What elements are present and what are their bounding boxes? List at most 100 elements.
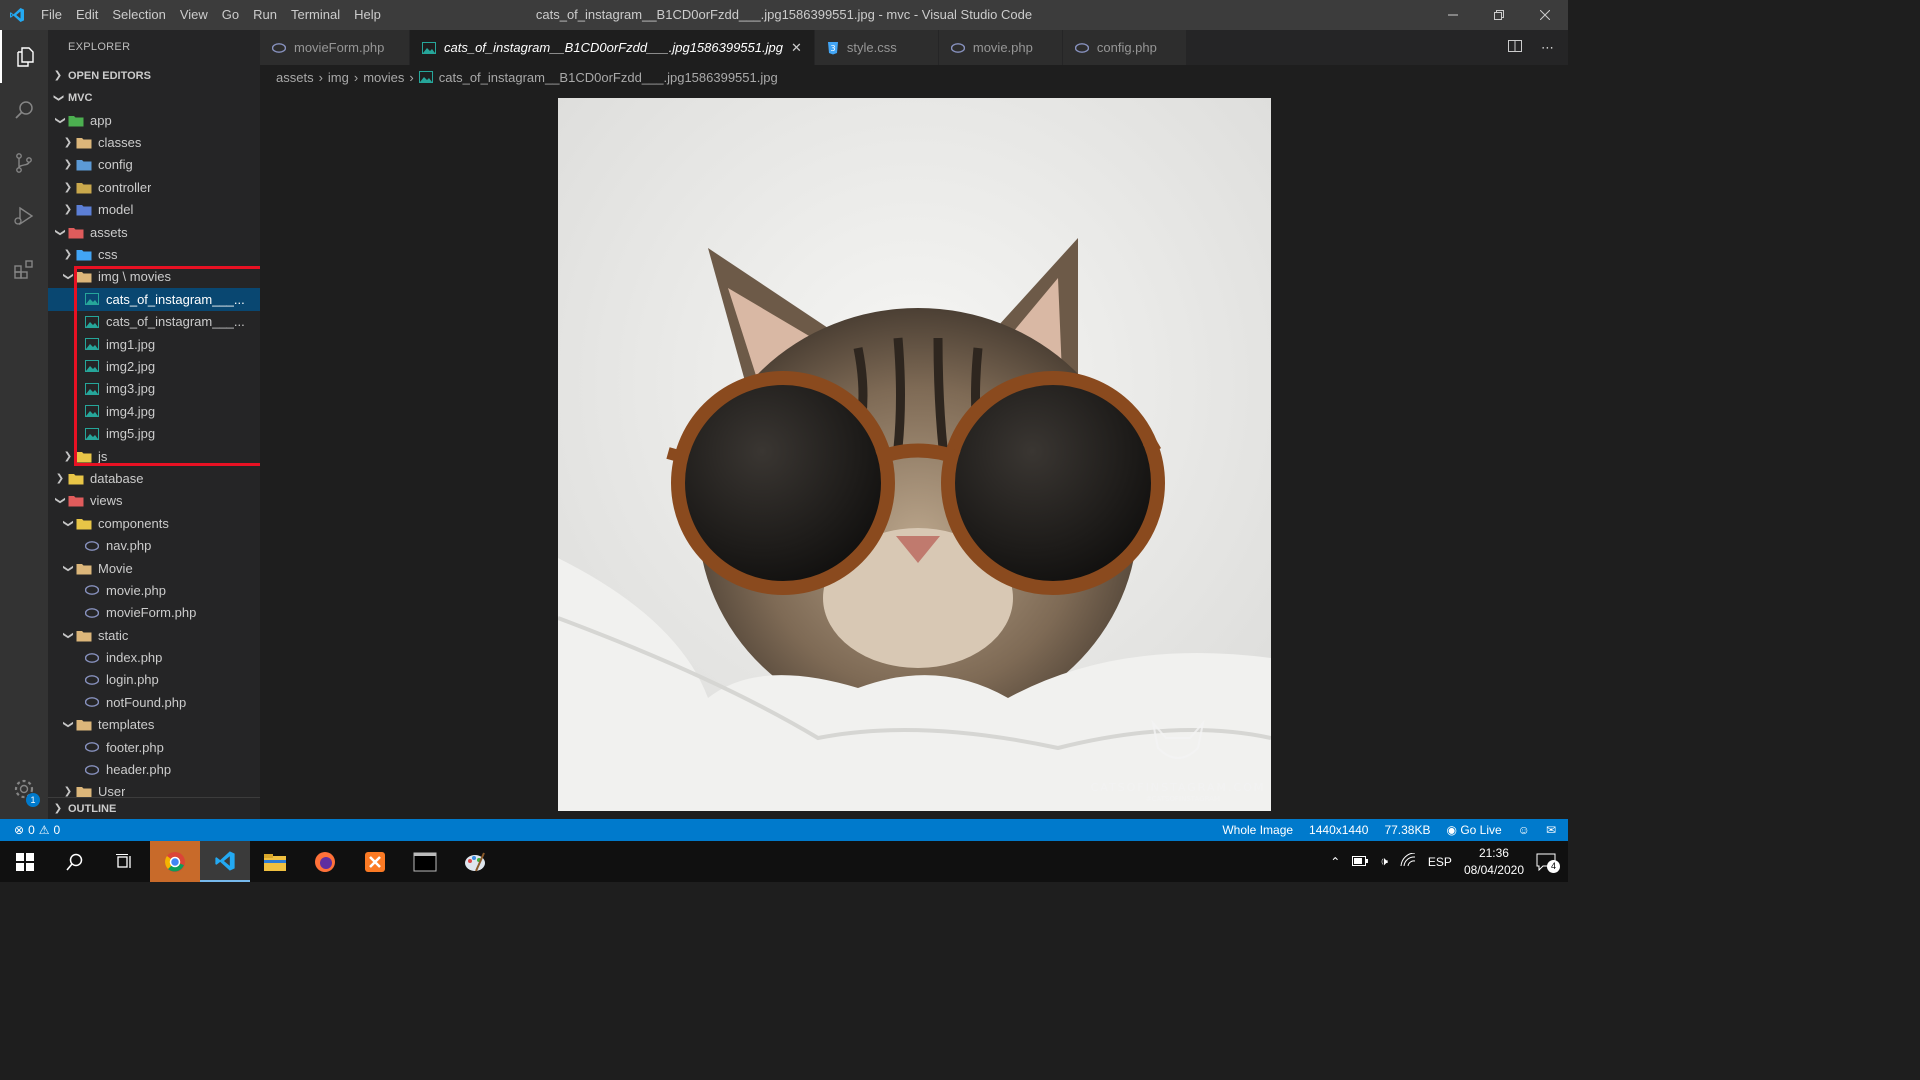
source-control-icon[interactable] [0,136,48,189]
clock-date: 08/04/2020 [1463,862,1524,877]
close-tab-icon[interactable]: ✕ [791,40,802,56]
breadcrumb-item[interactable]: cats_of_instagram__B1CD0orFzdd___.jpg158… [439,70,778,85]
tree-folder-item[interactable]: ❯ views [48,490,260,512]
breadcrumb-item[interactable]: assets [276,70,314,85]
tree-folder-item[interactable]: ❯ templates [48,714,260,736]
tree-file-item[interactable]: img2.jpg [48,355,260,377]
tree-item-label: img3.jpg [106,381,156,397]
run-debug-icon[interactable] [0,189,48,242]
breadcrumb-item[interactable]: movies [363,70,404,85]
folder-icon [76,136,92,150]
breadcrumb-item[interactable]: img [328,70,349,85]
tree-file-item[interactable]: movieForm.php [48,602,260,624]
tree-file-item[interactable]: img3.jpg [48,378,260,400]
menu-file[interactable]: File [34,0,69,30]
tree-folder-item[interactable]: ❯ Movie [48,557,260,579]
more-actions-icon[interactable]: ⋯ [1541,40,1554,56]
clock[interactable]: 21:36 08/04/2020 [1464,845,1524,879]
editor-tab[interactable]: movie.php [938,30,1063,65]
tree-folder-item[interactable]: ❯ controller [48,176,260,198]
tree-file-item[interactable]: login.php [48,669,260,691]
tree-file-item[interactable]: nav.php [48,534,260,556]
tree-folder-item[interactable]: ❯ config [48,154,260,176]
input-language[interactable]: ESP [1428,855,1452,869]
tree-file-item[interactable]: img4.jpg [48,400,260,422]
menu-terminal[interactable]: Terminal [284,0,347,30]
terminal-app-icon[interactable] [400,841,450,882]
chevron-up-icon[interactable]: ⌃ [1330,855,1340,869]
php-file-icon [84,740,100,754]
tree-file-item[interactable]: notFound.php [48,691,260,713]
editor-tab[interactable]: cats_of_instagram__B1CD0orFzdd___.jpg158… [410,30,815,65]
image-preview[interactable]: CATSOFINSTAGRAM.COM #CATSOFINSTAGRAM [558,98,1271,811]
firefox-app-icon[interactable] [300,841,350,882]
windows-start-icon[interactable] [0,841,50,882]
chrome-app-icon[interactable] [150,841,200,882]
editor-tab[interactable]: config.php [1062,30,1187,65]
vscode-logo-icon[interactable] [0,0,34,30]
folder-open-icon [76,561,92,575]
tree-item-label: cats_of_instagram___... [106,314,245,330]
watermark-tag: #CATSOFINSTAGRAM [1146,795,1220,803]
tree-folder-item[interactable]: ❯ static [48,624,260,646]
search-icon[interactable] [0,83,48,136]
warning-icon: ⚠ [38,823,50,837]
tree-folder-item[interactable]: ❯ model [48,199,260,221]
error-count: 0 [28,823,35,837]
tree-item-label: model [98,202,134,218]
tree-file-item[interactable]: index.php [48,646,260,668]
notifications-bell-icon[interactable]: ✉ [1546,823,1556,837]
tree-folder-item[interactable]: ❯ components [48,512,260,534]
split-editor-icon[interactable] [1507,38,1523,57]
menu-go[interactable]: Go [215,0,246,30]
explorer-icon[interactable] [0,30,48,83]
xampp-app-icon[interactable] [350,841,400,882]
minimize-icon[interactable] [1430,0,1476,30]
tree-file-item[interactable]: header.php [48,758,260,780]
close-window-icon[interactable] [1522,0,1568,30]
chevron-right-icon: ❯ [63,159,73,171]
outline-panel-header[interactable]: ❯ OUTLINE [48,797,260,819]
restore-icon[interactable] [1476,0,1522,30]
tree-file-item[interactable]: cats_of_instagram___... [48,288,260,311]
tree-file-item[interactable]: img5.jpg [48,422,260,444]
tree-folder-item[interactable]: ❯ database [48,467,260,489]
menu-selection[interactable]: Selection [105,0,172,30]
tree-folder-item[interactable]: ❯ js [48,445,260,467]
tree-folder-item[interactable]: ❯ classes [48,131,260,153]
menu-edit[interactable]: Edit [69,0,105,30]
svg-text:3: 3 [830,44,835,53]
volume-icon[interactable]: 🕩 [1380,854,1388,869]
open-editors-header[interactable]: ❯ OPEN EDITORS [48,65,260,87]
tree-folder-item[interactable]: ❯ css [48,243,260,265]
folder-controller-icon [76,180,92,194]
editor-tab[interactable]: movieForm.php [260,30,410,65]
manage-gear-icon[interactable]: 1 [0,769,48,809]
tree-file-item[interactable]: cats_of_instagram___... [48,311,260,333]
wifi-icon[interactable] [1400,852,1416,870]
tree-file-item[interactable]: movie.php [48,579,260,601]
editor-tab[interactable]: 3 style.css [814,30,939,65]
zoom-status[interactable]: Whole Image [1222,823,1293,837]
paint-app-icon[interactable] [450,841,500,882]
extensions-icon[interactable] [0,242,48,295]
tree-file-item[interactable]: footer.php [48,736,260,758]
action-center-icon[interactable]: 4 [1536,853,1560,873]
tree-folder-item[interactable]: ❯ app [48,109,260,131]
project-header[interactable]: ❯ MVC [48,87,260,109]
menu-help[interactable]: Help [347,0,388,30]
go-live-button[interactable]: ◉ Go Live [1446,823,1501,837]
tab-label: movieForm.php [294,40,385,55]
task-view-icon[interactable] [100,841,150,882]
battery-icon[interactable] [1352,855,1369,869]
file-explorer-app-icon[interactable] [250,841,300,882]
tree-folder-item[interactable]: ❯ img \ movies [48,266,260,288]
tree-file-item[interactable]: img1.jpg [48,333,260,355]
taskbar-search-icon[interactable] [50,841,100,882]
problems-indicator[interactable]: ⊗ 0 ⚠ 0 [0,823,60,837]
tree-folder-item[interactable]: ❯ assets [48,221,260,243]
feedback-icon[interactable]: ☺ [1518,823,1530,837]
menu-run[interactable]: Run [246,0,284,30]
vscode-app-icon[interactable] [200,841,250,882]
menu-view[interactable]: View [173,0,215,30]
